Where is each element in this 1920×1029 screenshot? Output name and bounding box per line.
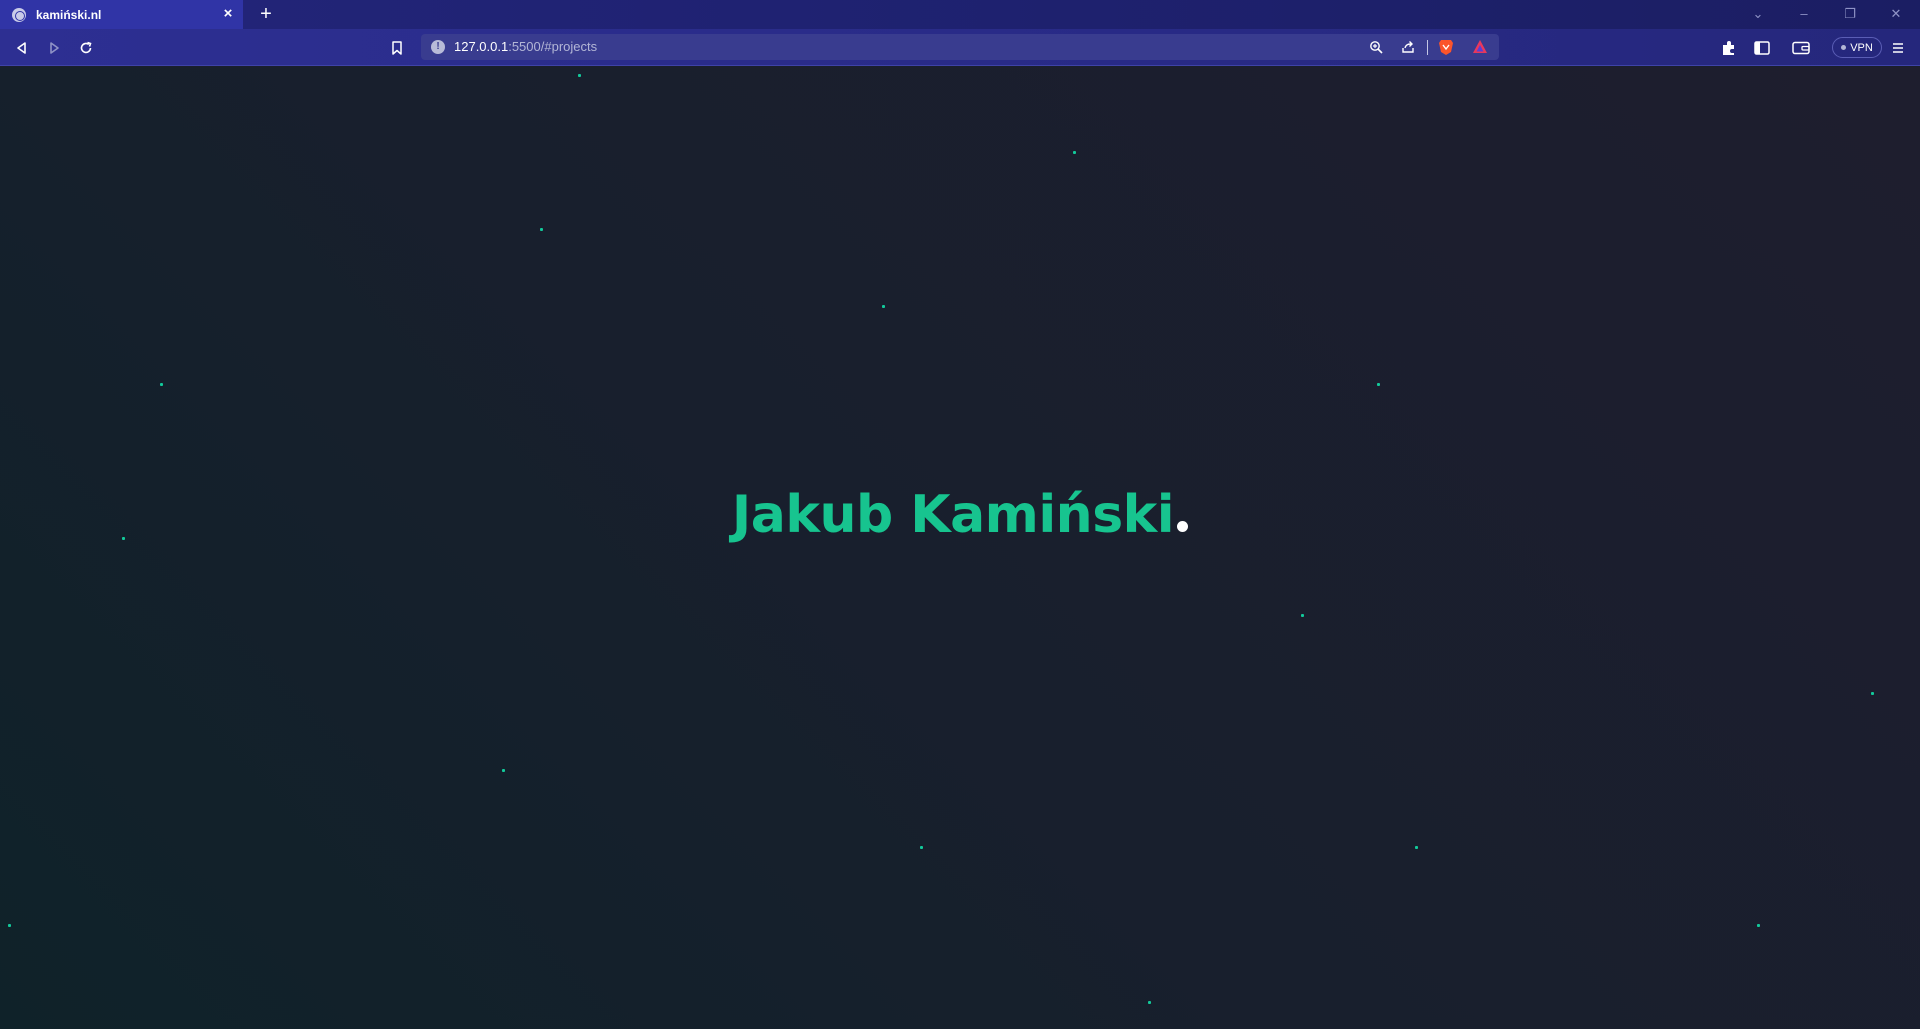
- site-info-icon[interactable]: !: [431, 40, 445, 54]
- share-icon[interactable]: [1399, 38, 1417, 56]
- zoom-icon[interactable]: [1367, 38, 1385, 56]
- address-url[interactable]: 127.0.0.1:5500/#projects: [454, 39, 597, 54]
- browser-toolbar: ! 127.0.0.1:5500/#projects VPN: [0, 29, 1920, 66]
- tab-close-icon[interactable]: ×: [220, 6, 236, 22]
- hero: Jakub Kamiński: [0, 485, 1920, 545]
- star-particle: [8, 924, 11, 927]
- tab-active[interactable]: kamiński.nl ×: [0, 0, 243, 29]
- star-particle: [1415, 846, 1418, 849]
- address-bar[interactable]: ! 127.0.0.1:5500/#projects: [421, 34, 1499, 60]
- address-bar-divider: [1427, 40, 1428, 55]
- tab-title: kamiński.nl: [36, 7, 102, 22]
- star-particle: [540, 228, 543, 231]
- reload-icon: [80, 41, 92, 54]
- wallet-button[interactable]: [1790, 37, 1812, 59]
- star-particle: [1148, 1001, 1151, 1004]
- star-particle: [882, 305, 885, 308]
- bookmark-icon: [392, 41, 402, 55]
- tab-strip: kamiński.nl × + ⌄ – ❐ ✕: [0, 0, 1920, 29]
- star-particle: [1871, 692, 1874, 695]
- back-arrow-icon: [17, 42, 26, 54]
- vpn-label: VPN: [1850, 41, 1873, 54]
- window-close-button[interactable]: ✕: [1884, 4, 1908, 24]
- page-viewport: Jakub Kamiński: [0, 67, 1920, 1029]
- puzzle-icon: [1723, 41, 1734, 55]
- vpn-status-dot-icon: [1841, 45, 1847, 50]
- hamburger-menu-icon: [1893, 43, 1903, 53]
- star-particle: [920, 846, 923, 849]
- reload-button[interactable]: [75, 37, 97, 59]
- url-host: 127.0.0.1: [454, 39, 509, 54]
- new-tab-button[interactable]: +: [256, 4, 276, 24]
- tab-search-dropdown-icon[interactable]: ⌄: [1746, 4, 1770, 24]
- minimize-button[interactable]: –: [1792, 4, 1816, 24]
- star-particle: [1301, 614, 1304, 617]
- wallet-icon: [1792, 41, 1810, 55]
- star-particle: [160, 383, 163, 386]
- back-button[interactable]: [11, 37, 33, 59]
- star-particle: [1377, 383, 1380, 386]
- brave-rewards-icon[interactable]: [1471, 38, 1489, 56]
- url-path: :5500/#projects: [508, 39, 598, 54]
- vpn-button[interactable]: VPN: [1832, 37, 1882, 58]
- globe-icon: [12, 7, 26, 22]
- forward-arrow-icon: [50, 42, 59, 54]
- sidebar-icon: [1754, 41, 1770, 55]
- star-particle: [1073, 151, 1076, 154]
- hero-dot-icon: [1177, 521, 1189, 532]
- forward-button[interactable]: [43, 37, 65, 59]
- star-particle: [1757, 924, 1760, 927]
- extensions-button[interactable]: [1718, 37, 1740, 59]
- bookmark-button[interactable]: [386, 37, 408, 59]
- hero-title: Jakub Kamiński: [731, 485, 1175, 545]
- restore-button[interactable]: ❐: [1838, 4, 1862, 24]
- star-particle: [502, 769, 505, 772]
- main-menu-button[interactable]: [1887, 37, 1909, 59]
- star-particle: [578, 74, 581, 77]
- brave-shields-icon[interactable]: [1437, 38, 1455, 56]
- sidebar-button[interactable]: [1751, 37, 1773, 59]
